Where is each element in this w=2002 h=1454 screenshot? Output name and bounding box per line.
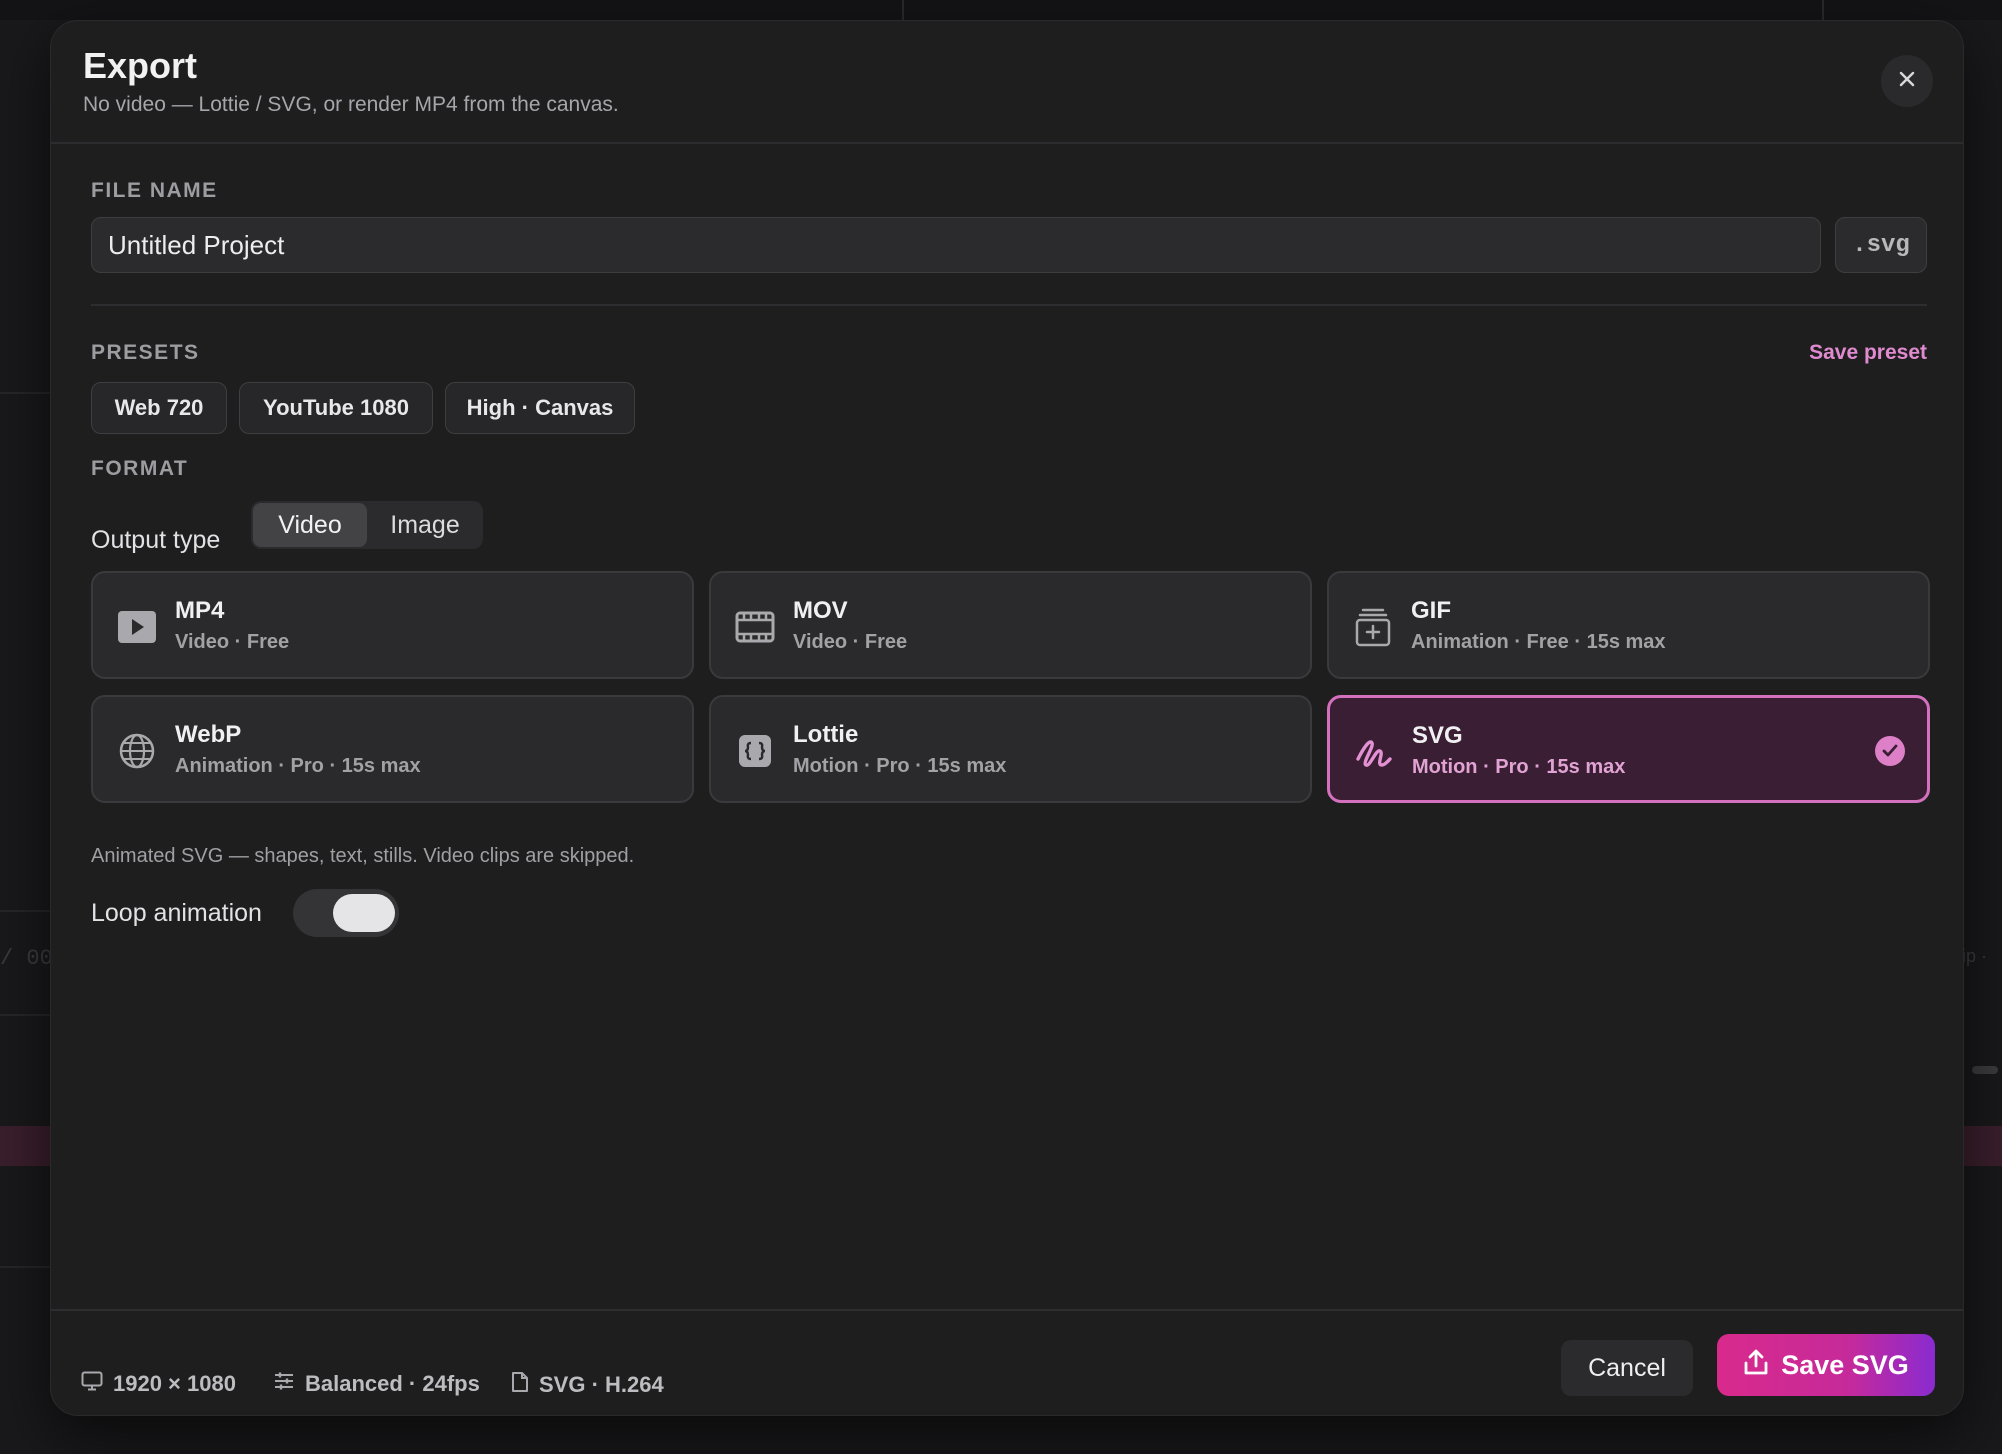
sliders-icon [273,1371,295,1397]
backdrop-rule [0,1014,50,1016]
toggle-knob [333,894,395,932]
save-preset-link[interactable]: Save preset [1809,341,1927,365]
backdrop-rule [0,1266,50,1268]
gif-stack-icon [1351,607,1395,647]
output-type-image[interactable]: Image [369,503,481,547]
format-card-gif[interactable]: GIF Animation · Free · 15s max [1327,571,1930,679]
loop-animation-label: Loop animation [91,899,262,927]
file-icon [511,1371,529,1399]
upload-icon [1743,1348,1769,1383]
format-detail: Video · Free [175,631,290,653]
preset-web-720[interactable]: Web 720 [91,382,227,434]
format-name: WebP [175,721,242,748]
backdrop-label: ip · [1962,946,1988,966]
file-name-input[interactable] [91,217,1821,273]
monitor-icon [81,1371,103,1397]
output-type-label: Output type [91,526,221,554]
check-icon [1875,736,1905,766]
preset-youtube-1080[interactable]: YouTube 1080 [239,382,433,434]
format-label: FORMAT [91,457,189,480]
dialog-subtitle: No video — Lottie / SVG, or render MP4 f… [83,93,619,116]
close-button[interactable] [1881,55,1933,107]
format-detail: Motion · Pro · 15s max [1412,756,1626,778]
film-icon [733,607,777,647]
file-name-label: FILE NAME [91,179,218,202]
presets-label: PRESETS [91,341,200,364]
resolution-text: 1920 × 1080 [113,1371,236,1396]
preset-high-canvas[interactable]: High · Canvas [445,382,635,434]
section-divider [91,304,1927,306]
backdrop-clip-band [1964,1126,2002,1166]
backdrop-divider [902,0,904,20]
codec-text: SVG · H.264 [539,1372,664,1397]
dialog-header: Export No video — Lottie / SVG, or rende… [51,21,1963,144]
format-card-mov[interactable]: MOV Video · Free [709,571,1312,679]
backdrop-clip-band [0,1126,50,1166]
format-name: SVG [1412,722,1463,749]
export-dialog: Export No video — Lottie / SVG, or rende… [50,20,1964,1416]
format-detail: Video · Free [793,631,908,653]
save-button[interactable]: Save SVG [1717,1334,1935,1396]
save-button-label: Save SVG [1781,1349,1909,1380]
format-name: MOV [793,597,848,624]
format-detail: Motion · Pro · 15s max [793,755,1007,777]
footer-divider [51,1309,1963,1311]
backdrop-timecode: / 00 [0,946,53,971]
play-icon [115,607,159,647]
globe-icon [115,731,159,771]
file-extension-badge: .svg [1835,217,1927,273]
meta-resolution: 1920 × 1080 [81,1371,236,1397]
format-card-lottie[interactable]: Lottie Motion · Pro · 15s max [709,695,1312,803]
backdrop-toolbar [0,0,2002,20]
squiggle-icon [1352,732,1396,772]
braces-icon [733,731,777,771]
meta-quality: Balanced · 24fps [273,1371,480,1397]
format-detail: Animation · Free · 15s max [1411,631,1666,653]
cancel-button[interactable]: Cancel [1561,1340,1693,1396]
format-note: Animated SVG — shapes, text, stills. Vid… [91,845,635,867]
meta-codec: SVG · H.264 [511,1371,664,1399]
loop-animation-toggle[interactable] [293,889,399,937]
format-card-webp[interactable]: WebP Animation · Pro · 15s max [91,695,694,803]
backdrop-rule [0,392,50,394]
close-icon [1898,70,1916,93]
format-name: Lottie [793,721,859,748]
format-card-mp4[interactable]: MP4 Video · Free [91,571,694,679]
format-name: MP4 [175,597,225,624]
backdrop-slider [1972,1066,1998,1074]
dialog-title: Export [83,45,198,86]
output-type-video[interactable]: Video [253,503,367,547]
quality-text: Balanced · 24fps [305,1371,480,1396]
backdrop-rule [0,910,50,912]
format-name: GIF [1411,597,1451,624]
backdrop-divider [1822,0,1824,20]
output-type-toggle: Video Image [251,501,483,549]
format-detail: Animation · Pro · 15s max [175,755,421,777]
format-card-svg[interactable]: SVG Motion · Pro · 15s max [1327,695,1930,803]
